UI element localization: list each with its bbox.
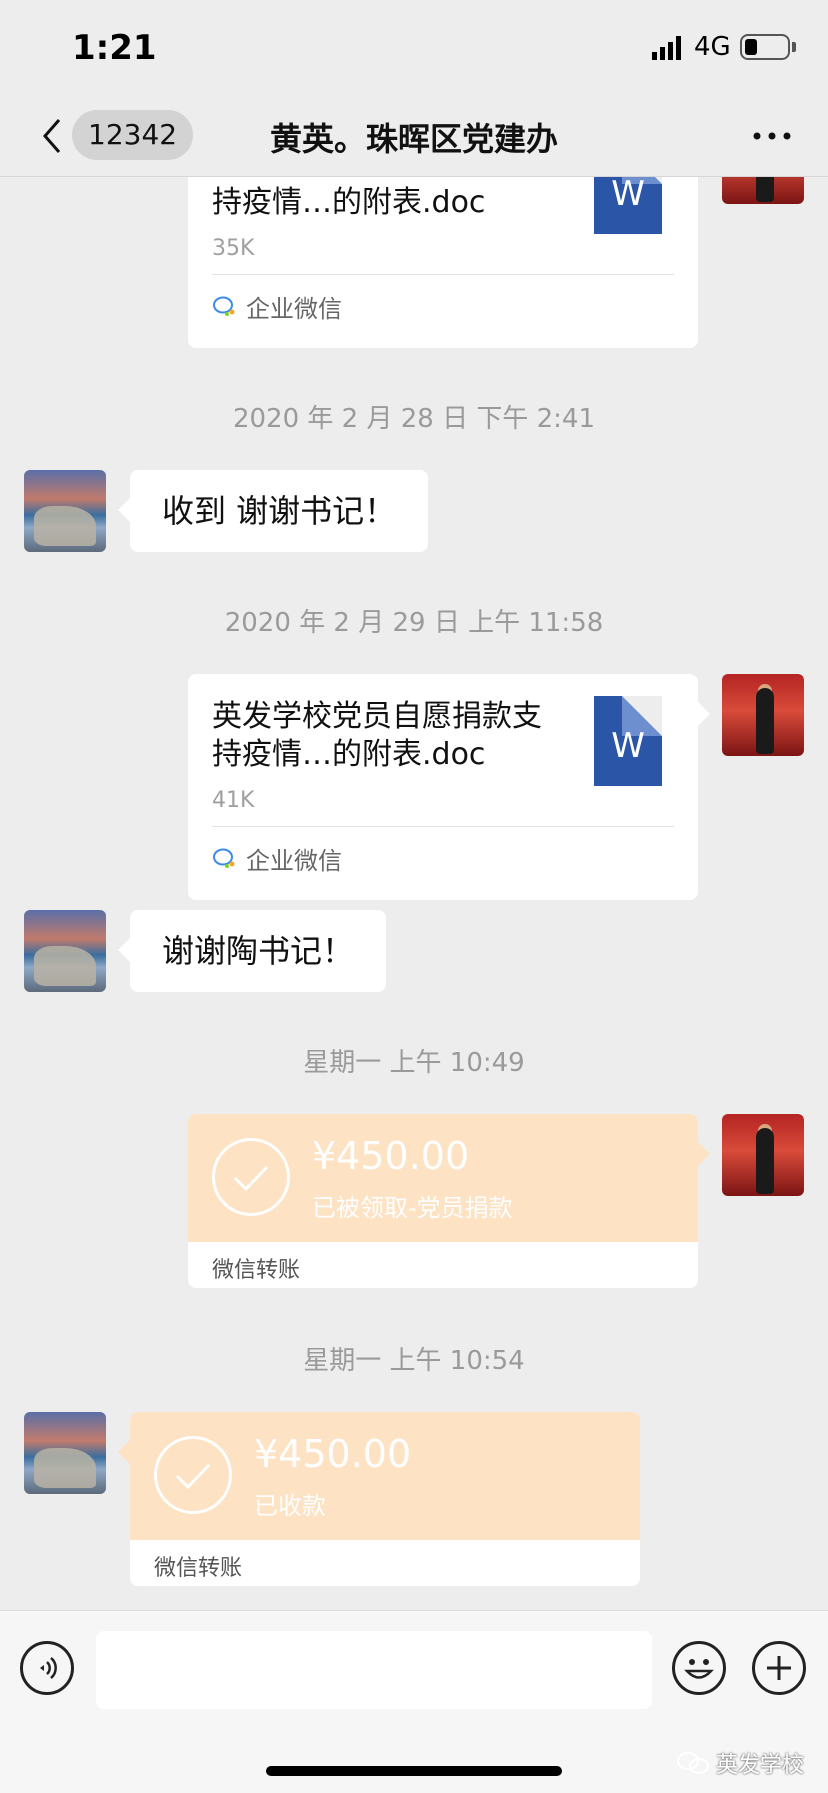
file-divider (212, 826, 674, 827)
file-source: 企业微信 (212, 286, 342, 326)
avatar[interactable] (722, 176, 804, 204)
emoji-button[interactable] (672, 1641, 726, 1695)
avatar[interactable] (24, 910, 106, 992)
add-button[interactable] (752, 1641, 806, 1695)
transfer-label: 微信转账 (154, 1556, 243, 1581)
watermark-label: 英发学校 (715, 1753, 804, 1778)
watermark: 英发学校 (676, 1747, 804, 1779)
voice-button[interactable] (20, 1641, 74, 1695)
file-source: 企业微信 (212, 838, 342, 878)
message-input[interactable] (96, 1631, 652, 1709)
transfer-label: 微信转账 (212, 1258, 301, 1283)
timestamp: 2020 年 2 月 28 日 下午 2:41 (232, 404, 596, 434)
status-time: 1:21 (72, 28, 157, 68)
file-source-label: 企业微信 (246, 294, 342, 323)
more-dots-icon (753, 132, 791, 140)
avatar[interactable] (722, 1114, 804, 1196)
text-message[interactable]: 谢谢陶书记！ (117, 910, 387, 992)
file-message[interactable]: 英发学校党员自愿捐款支持疫情…的附表.doc 41K W 企业微信 (188, 674, 710, 900)
check-circle-icon (154, 1436, 232, 1514)
more-button[interactable] (750, 116, 794, 156)
transfer-message[interactable]: ¥450.00 已被领取-党员捐款 微信转账 (188, 1114, 710, 1288)
transfer-amount: ¥450.00 (254, 1432, 412, 1476)
status-bar: 1:21 4G (0, 0, 828, 96)
chat-area[interactable]: 英发学校党员自愿捐款支持疫情…的附表.doc 35K W 企业微信 2020 年… (0, 176, 828, 1610)
timestamp: 2020 年 2 月 29 日 上午 11:58 (224, 608, 604, 638)
signal-icon (652, 36, 681, 60)
wecom-icon (213, 296, 235, 316)
check-circle-icon (212, 1138, 290, 1216)
file-message[interactable]: 英发学校党员自愿捐款支持疫情…的附表.doc 35K W 企业微信 (188, 176, 698, 348)
wecom-icon (213, 848, 235, 868)
file-size: 41K (212, 788, 255, 813)
smiley-icon (684, 1659, 714, 1679)
chat-title: 黄英。珠晖区党建办 (269, 120, 558, 158)
battery-icon (740, 34, 790, 60)
file-name: 英发学校党员自愿捐款支持疫情…的附表.doc (212, 176, 542, 220)
file-divider (212, 274, 674, 275)
timestamp: 星期一 上午 10:49 (303, 1048, 525, 1078)
word-file-icon: W (594, 696, 662, 786)
timestamp: 星期一 上午 10:54 (303, 1346, 525, 1376)
transfer-status: 已收款 (254, 1492, 326, 1520)
text-message[interactable]: 收到 谢谢书记！ (117, 470, 429, 552)
transfer-amount: ¥450.00 (312, 1134, 470, 1178)
home-indicator[interactable] (266, 1766, 562, 1776)
avatar[interactable] (722, 674, 804, 756)
avatar[interactable] (24, 470, 106, 552)
network-label: 4G (694, 32, 731, 62)
avatar[interactable] (24, 1412, 106, 1494)
wechat-logo-icon (676, 1752, 709, 1774)
word-file-icon: W (594, 176, 662, 234)
voice-icon (40, 1657, 57, 1679)
battery-cap (792, 42, 796, 52)
transfer-message[interactable]: ¥450.00 已收款 微信转账 (118, 1412, 640, 1586)
plus-icon (767, 1656, 791, 1680)
bubble-tail (118, 1440, 130, 1464)
file-source-label: 企业微信 (246, 846, 342, 875)
nav-bar: 12342 黄英。珠晖区党建办 (0, 96, 828, 177)
transfer-status: 已被领取-党员捐款 (312, 1194, 513, 1222)
file-name: 英发学校党员自愿捐款支持疫情…的附表.doc (212, 699, 542, 772)
file-size: 35K (212, 236, 255, 261)
